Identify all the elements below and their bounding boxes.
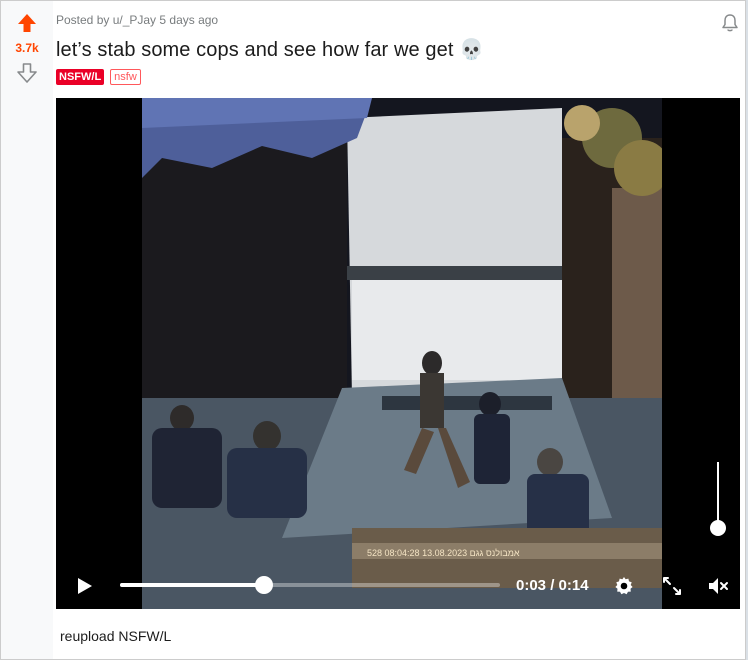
flair-nsfw[interactable]: nsfw — [110, 69, 141, 85]
downvote-arrow-icon[interactable] — [17, 63, 37, 83]
video-overlay-text: 528 אמבולנס גגם 13.08.2023 08:04:28 — [367, 548, 520, 558]
vote-column: 3.7k — [1, 1, 53, 659]
mute-icon[interactable] — [708, 576, 730, 596]
post-title[interactable]: let’s stab some cops and see how far we … — [56, 37, 484, 62]
video-controls: 0:03 / 0:14 — [56, 561, 740, 609]
flair-list: NSFW/L nsfw — [56, 69, 141, 85]
video-frame: 528 אמבולנס גגם 13.08.2023 08:04:28 — [142, 98, 662, 609]
progress-thumb[interactable] — [255, 576, 274, 594]
bell-icon[interactable] — [720, 13, 740, 33]
post-meta: Posted by u/_PJay 5 days ago — [56, 13, 219, 27]
vote-score: 3.7k — [15, 41, 39, 55]
video-time: 0:03 / 0:14 — [516, 577, 589, 594]
video-player[interactable]: 528 אמבולנס גגם 13.08.2023 08:04:28 0:03… — [56, 98, 740, 609]
volume-thumb[interactable] — [710, 520, 726, 536]
volume-track[interactable] — [717, 462, 719, 528]
play-icon[interactable] — [76, 577, 94, 595]
progress-fill — [120, 583, 265, 587]
upvote-arrow-icon[interactable] — [17, 13, 37, 33]
post-card: 3.7k Posted by u/_PJay 5 days ago let’s … — [0, 0, 746, 660]
progress-track[interactable] — [120, 576, 500, 594]
post-body: reupload NSFW/L — [60, 628, 172, 644]
gear-icon[interactable] — [614, 576, 634, 596]
expand-icon[interactable] — [662, 576, 682, 596]
flair-nsfw-l[interactable]: NSFW/L — [56, 69, 105, 85]
